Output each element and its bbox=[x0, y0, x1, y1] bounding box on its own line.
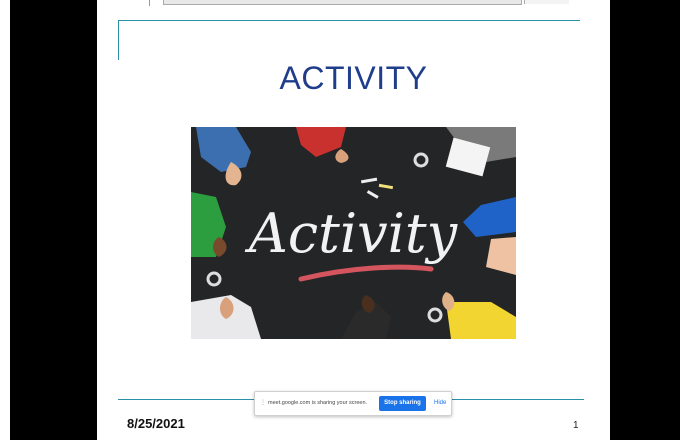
right-edge bbox=[680, 0, 685, 440]
window-top-bar bbox=[163, 0, 522, 5]
share-status-text: meet.google.com is sharing your screen. bbox=[268, 400, 368, 406]
window-divider bbox=[149, 0, 150, 6]
stop-sharing-button[interactable]: Stop sharing bbox=[379, 396, 426, 411]
hide-button[interactable]: Hide bbox=[434, 400, 446, 406]
accent-line-horizontal bbox=[118, 20, 580, 21]
activity-chalk-word: Activity bbox=[244, 202, 459, 265]
slide-date: 8/25/2021 bbox=[127, 416, 185, 431]
slide-title: ACTIVITY bbox=[279, 60, 428, 96]
screen-share-bar: ⋮ meet.google.com is sharing your screen… bbox=[254, 391, 452, 416]
right-letterbox bbox=[610, 0, 685, 440]
presentation-slide: ACTIVITY Activity 8/25/2021 1 ⋮ meet.goo… bbox=[97, 0, 610, 440]
window-top-button[interactable] bbox=[524, 0, 569, 4]
footer-line-left bbox=[118, 399, 254, 400]
left-letterbox bbox=[0, 0, 97, 440]
accent-line-vertical bbox=[118, 20, 119, 60]
slide-page-number: 1 bbox=[573, 420, 579, 431]
footer-line-right bbox=[452, 399, 584, 400]
drag-handle-icon[interactable]: ⋮ bbox=[260, 400, 266, 407]
left-edge bbox=[0, 0, 10, 440]
activity-photo: Activity bbox=[191, 127, 516, 339]
